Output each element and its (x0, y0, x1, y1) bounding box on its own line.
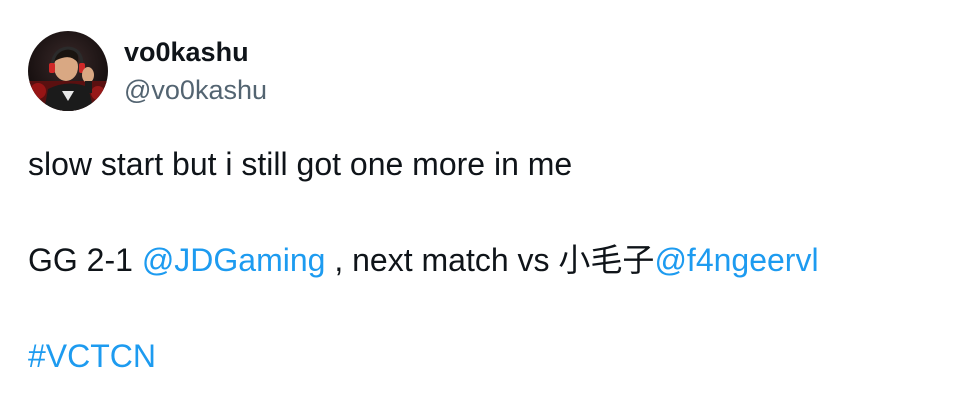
tweet-header: vo0kashu @vo0kashu (28, 30, 267, 112)
tweet-text: slow start but i still got one more in m… (28, 140, 948, 380)
tweet-line-3: #VCTCN (28, 332, 948, 380)
profile-photo-icon (28, 31, 108, 111)
avatar[interactable] (28, 31, 108, 111)
tweet-line-1: slow start but i still got one more in m… (28, 146, 573, 182)
hashtag-vctcn[interactable]: #VCTCN (28, 338, 156, 374)
tweet-line-2: GG 2-1 @JDGaming , next match vs 小毛子@f4n… (28, 236, 948, 284)
line2-middle: , next match vs 小毛子 (325, 242, 655, 278)
mention-f4ngeervl[interactable]: @f4ngeervl (654, 242, 818, 278)
author-names: vo0kashu @vo0kashu (124, 31, 267, 111)
line2-prefix: GG 2-1 (28, 242, 142, 278)
tweet-card: vo0kashu @vo0kashu slow start but i stil… (0, 0, 972, 408)
display-name[interactable]: vo0kashu (124, 35, 267, 69)
user-handle[interactable]: @vo0kashu (124, 73, 267, 107)
mention-jdgaming[interactable]: @JDGaming (142, 242, 326, 278)
